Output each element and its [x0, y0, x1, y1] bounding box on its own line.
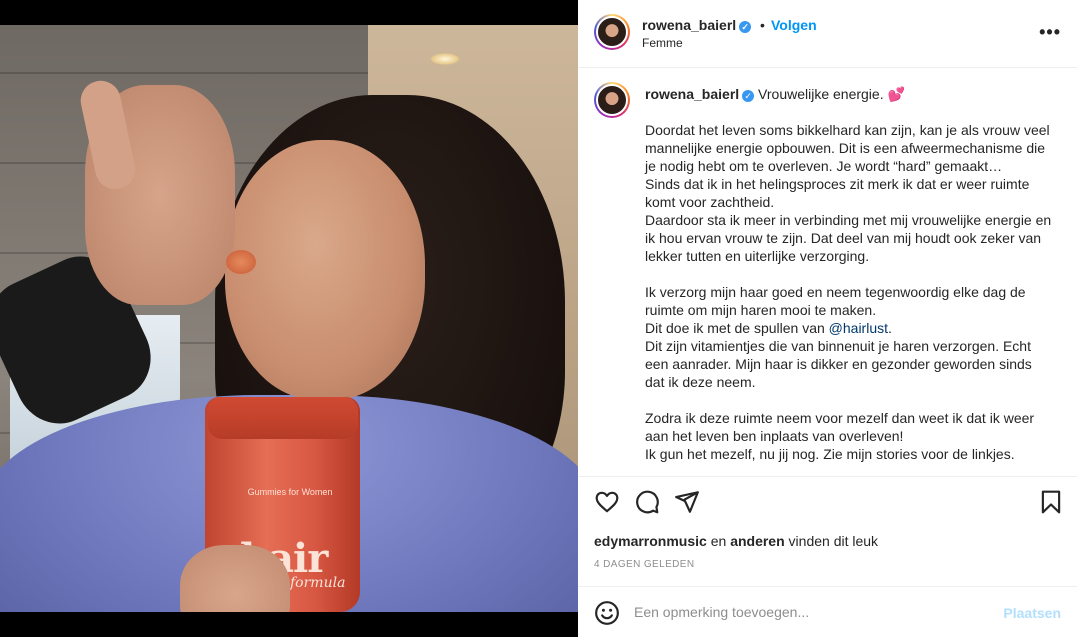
share-icon[interactable]: [674, 489, 700, 515]
post-side-panel: rowena_baierl ✓ • Volgen Femme ••• rowena…: [578, 0, 1077, 637]
photo-lamp: [430, 53, 460, 65]
header-dot: •: [760, 17, 765, 33]
post-timestamp[interactable]: 4 DAGEN GELEDEN: [594, 559, 694, 570]
jar-label-sub: formula: [290, 575, 346, 591]
verified-icon: ✓: [739, 21, 752, 33]
caption-paragraph: . Dit zijn vitamientjes die van binnenui…: [645, 320, 1035, 462]
post-photo[interactable]: Gummies for Women hair formula: [0, 25, 578, 612]
location-link[interactable]: Femme: [642, 36, 683, 50]
mention-link[interactable]: @hairlust: [829, 320, 888, 336]
caption-text: Doordat het leven soms bikkelhard kan zi…: [645, 121, 1055, 463]
action-bar: edymarronmusic en anderen vinden dit leu…: [578, 476, 1077, 586]
caption-headline: Vrouwelijke energie. 💕: [758, 86, 905, 102]
bookmark-icon[interactable]: [1038, 489, 1064, 515]
header-username-text[interactable]: rowena_baierl: [642, 17, 736, 33]
photo-gummy: [226, 250, 256, 274]
caption-avatar[interactable]: [594, 82, 630, 118]
jar-label-small: Gummies for Women: [247, 487, 333, 497]
post-comment-button[interactable]: Plaatsen: [1003, 605, 1061, 621]
photo-jar-lid: [208, 397, 358, 439]
emoji-icon[interactable]: [594, 600, 620, 626]
comment-bar: Plaatsen: [578, 586, 1077, 637]
caption-headline-row: rowena_baierl ✓ Vrouwelijke energie. 💕: [645, 86, 905, 103]
likes-mid: en: [706, 533, 731, 549]
likes-others[interactable]: anderen: [730, 533, 784, 549]
caption-paragraph: Doordat het leven soms bikkelhard kan zi…: [645, 122, 1052, 336]
caption-username[interactable]: rowena_baierl: [645, 86, 739, 102]
more-icon[interactable]: •••: [1039, 22, 1061, 43]
heart-icon[interactable]: [594, 489, 620, 515]
comment-icon[interactable]: [634, 489, 660, 515]
avatar[interactable]: [594, 14, 630, 50]
likes-summary[interactable]: edymarronmusic en anderen vinden dit leu…: [594, 533, 878, 549]
post-media[interactable]: Gummies for Women hair formula: [0, 0, 578, 637]
post-header: rowena_baierl ✓ • Volgen Femme •••: [578, 0, 1077, 68]
follow-button[interactable]: Volgen: [771, 17, 817, 33]
likes-tail: vinden dit leuk: [784, 533, 879, 549]
photo-face: [225, 140, 425, 400]
header-username[interactable]: rowena_baierl ✓: [642, 17, 752, 33]
comment-input[interactable]: [634, 601, 994, 623]
photo-hand-jar: [180, 545, 290, 612]
liker-name[interactable]: edymarronmusic: [594, 533, 707, 549]
verified-icon: ✓: [742, 90, 755, 102]
caption-area[interactable]: rowena_baierl ✓ Vrouwelijke energie. 💕 Do…: [578, 68, 1077, 476]
